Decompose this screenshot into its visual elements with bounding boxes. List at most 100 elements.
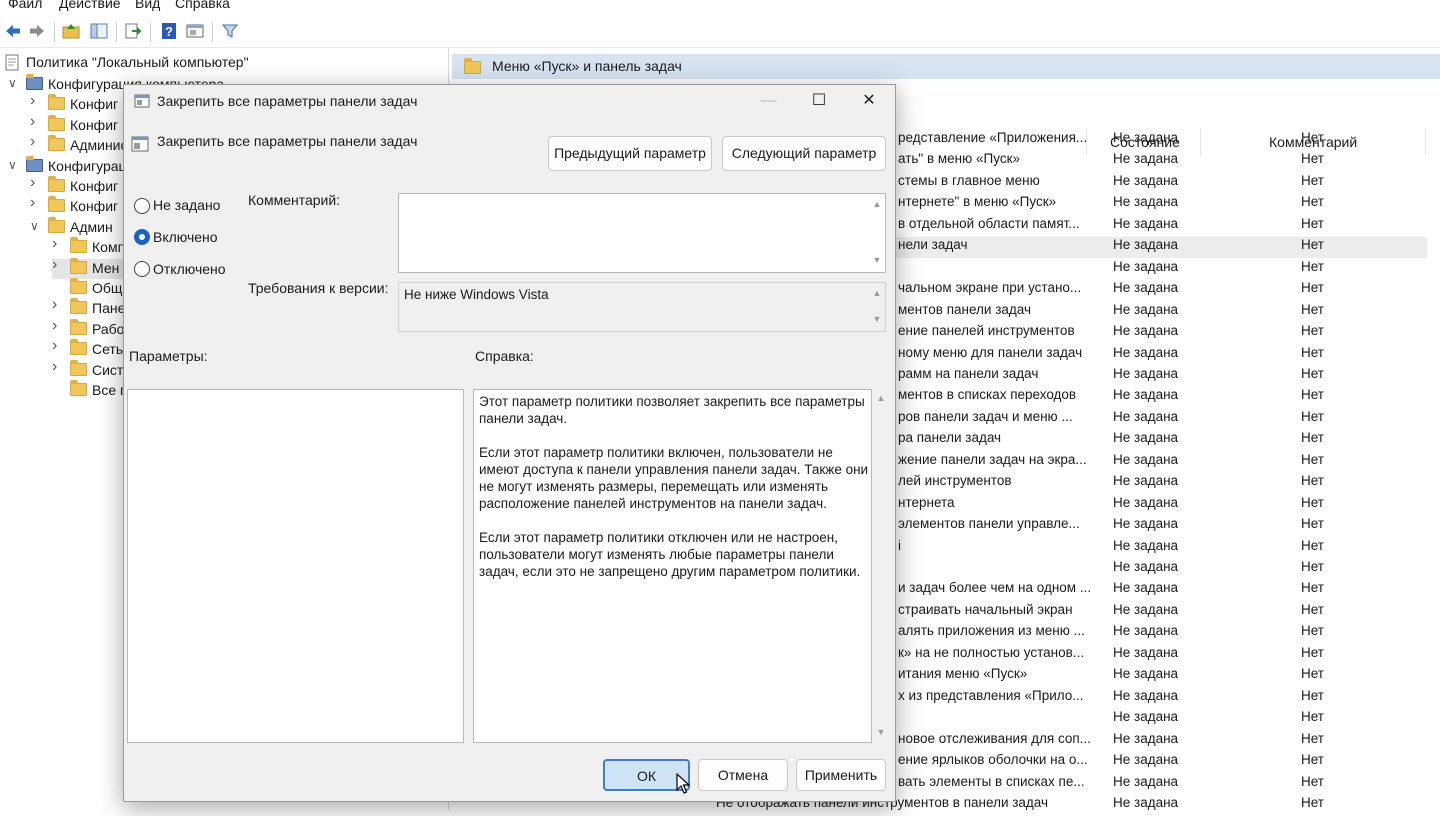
chevron-icon[interactable]: › xyxy=(52,235,64,252)
tree-root-label: Политика "Локальный компьютер" xyxy=(26,54,249,70)
chevron-icon[interactable]: ∨ xyxy=(30,219,42,233)
tree-item[interactable]: › Мен xyxy=(52,256,132,279)
comment-textarea[interactable]: ▲ ▼ xyxy=(398,193,886,273)
policy-state: Не задана xyxy=(1113,430,1179,446)
radio-not-configured-label[interactable]: Не задано xyxy=(153,197,220,213)
policy-comment: Нет xyxy=(1301,408,1324,424)
tree-item-label: Конфиг xyxy=(70,96,119,113)
chevron-icon[interactable] xyxy=(52,276,64,290)
policy-state: Не задана xyxy=(1113,666,1179,682)
radio-disabled[interactable] xyxy=(134,261,150,277)
policy-state: Не задана xyxy=(1113,151,1179,167)
radio-disabled-label[interactable]: Отключено xyxy=(153,261,226,277)
radio-enabled[interactable] xyxy=(134,229,150,245)
cancel-button[interactable]: Отмена xyxy=(698,759,788,791)
tree-item-label: Общ xyxy=(92,280,123,296)
folder-icon xyxy=(70,359,87,376)
export-icon[interactable] xyxy=(124,22,142,40)
tree-item-label: Комп xyxy=(92,239,126,256)
radio-enabled-label[interactable]: Включено xyxy=(153,229,218,245)
chevron-icon[interactable]: › xyxy=(30,92,42,109)
policy-comment: Нет xyxy=(1301,687,1324,703)
policy-comment: Нет xyxy=(1301,387,1324,403)
scroll-up-icon[interactable]: ▲ xyxy=(871,288,883,300)
filter-icon[interactable] xyxy=(221,22,239,40)
policy-state: Не задана xyxy=(1113,473,1179,489)
policy-name: элементов панели управле... xyxy=(898,516,1080,532)
radio-not-configured[interactable] xyxy=(134,198,150,214)
policy-comment: Нет xyxy=(1301,601,1324,617)
maximize-icon[interactable]: ☐ xyxy=(796,85,842,117)
show-hide-tree-icon[interactable] xyxy=(90,22,108,40)
policy-state: Не задана xyxy=(1113,687,1179,703)
policy-name: нели задач xyxy=(898,237,968,253)
computer-icon xyxy=(26,74,43,90)
chevron-icon[interactable]: › xyxy=(52,337,64,354)
forward-icon[interactable] xyxy=(28,22,46,40)
policy-setting-icon xyxy=(134,94,150,108)
policy-state: Не задана xyxy=(1113,794,1179,810)
up-folder-icon[interactable] xyxy=(62,22,80,40)
policy-state: Не задана xyxy=(1113,387,1179,403)
chevron-icon[interactable]: ∨ xyxy=(8,158,20,172)
policy-name: жение панели задач на экра... xyxy=(898,451,1087,467)
apply-button[interactable]: Применить xyxy=(796,759,886,791)
minimize-icon[interactable]: — xyxy=(746,85,792,117)
chevron-icon[interactable]: › xyxy=(30,113,42,130)
chevron-icon[interactable]: › xyxy=(30,133,42,150)
version-label: Требования к версии: xyxy=(248,280,389,296)
policy-state: Не задана xyxy=(1113,623,1179,639)
policy-name: нтернете" в меню «Пуск» xyxy=(898,194,1057,210)
chevron-icon[interactable]: › xyxy=(30,194,42,211)
toolbar: ? xyxy=(0,16,1440,48)
policy-name: вать элементы в списках пе... xyxy=(898,773,1085,789)
close-icon[interactable]: ✕ xyxy=(846,85,892,117)
policy-state: Не задана xyxy=(1113,237,1179,253)
policy-name: новое отслеживания для соп... xyxy=(898,730,1091,746)
policy-state: Не задана xyxy=(1113,752,1179,768)
menu-file[interactable]: Файл xyxy=(8,0,42,11)
chevron-icon[interactable]: ∨ xyxy=(8,76,20,90)
scroll-down-icon[interactable]: ▼ xyxy=(871,314,883,326)
scroll-up-icon[interactable]: ▲ xyxy=(875,393,887,405)
policy-document-icon xyxy=(5,54,19,71)
menu-help[interactable]: Справка xyxy=(175,0,230,11)
help-text: Этот параметр политики позволяет закрепи… xyxy=(479,394,869,579)
scroll-down-icon[interactable]: ▼ xyxy=(875,727,887,739)
chevron-icon[interactable] xyxy=(52,378,64,392)
dialog-titlebar[interactable]: Закрепить все параметры панели задач — ☐… xyxy=(124,85,895,117)
policy-state: Не задана xyxy=(1113,280,1179,296)
properties-icon[interactable] xyxy=(186,22,204,40)
menu-view[interactable]: Вид xyxy=(135,0,160,11)
tree-item-label: Конфиг xyxy=(70,198,119,215)
chevron-icon[interactable]: › xyxy=(52,296,64,313)
policy-comment: Нет xyxy=(1301,430,1324,446)
menu-bar: Файл Действие Вид Справка xyxy=(0,0,1440,12)
tree-item-label: Пане xyxy=(92,300,126,317)
policy-state: Не задана xyxy=(1113,130,1179,145)
policy-comment: Нет xyxy=(1301,451,1324,467)
policy-comment: Нет xyxy=(1301,730,1324,746)
scroll-down-icon[interactable]: ▼ xyxy=(871,255,883,267)
details-title: Меню «Пуск» и панель задач xyxy=(492,58,682,74)
scroll-up-icon[interactable]: ▲ xyxy=(871,199,883,211)
chevron-icon[interactable]: › xyxy=(52,317,64,334)
policy-name: в отдельной области памят... xyxy=(898,215,1080,231)
next-setting-button[interactable]: Следующий параметр xyxy=(722,136,886,171)
help-scrollbar[interactable]: ▲ ▼ xyxy=(875,391,887,741)
version-value: Не ниже Windows Vista xyxy=(404,287,549,302)
back-icon[interactable] xyxy=(4,22,22,40)
menu-action[interactable]: Действие xyxy=(59,0,121,11)
chevron-icon[interactable]: › xyxy=(52,358,64,375)
help-icon[interactable]: ? xyxy=(160,22,178,40)
help-label: Справка: xyxy=(475,348,534,364)
policy-state: Не задана xyxy=(1113,580,1179,596)
chevron-icon[interactable]: › xyxy=(30,174,42,191)
policy-name: рамм на панели задач xyxy=(898,365,1039,381)
policy-comment: Нет xyxy=(1301,323,1324,339)
policy-comment: Нет xyxy=(1301,773,1324,789)
policy-state: Не задана xyxy=(1113,601,1179,617)
parameters-panel xyxy=(127,389,464,743)
chevron-icon[interactable]: › xyxy=(52,256,64,273)
previous-setting-button[interactable]: Предыдущий параметр xyxy=(548,136,712,171)
